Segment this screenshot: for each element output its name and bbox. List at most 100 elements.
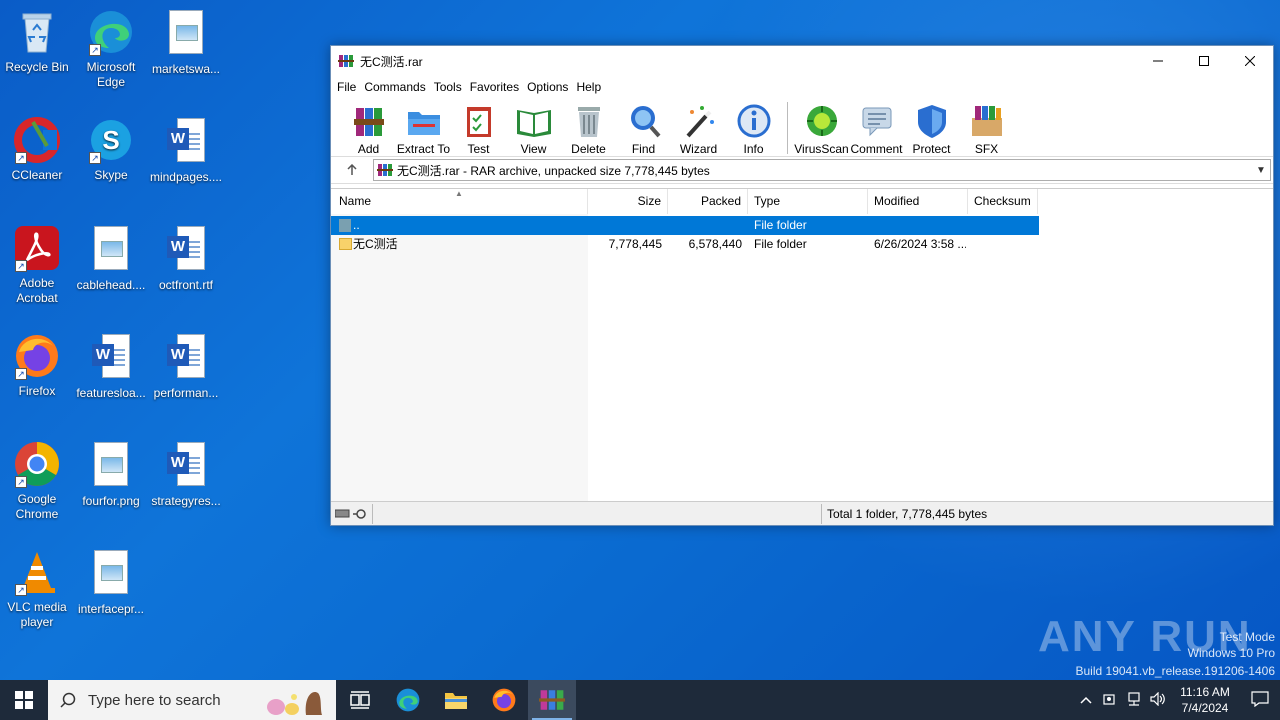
- task-view-button[interactable]: [336, 680, 384, 720]
- column-header-checksum[interactable]: Checksum: [968, 189, 1038, 214]
- network-button[interactable]: [1122, 691, 1146, 709]
- image-file-icon: [87, 550, 135, 598]
- view-book-icon: [516, 110, 551, 137]
- icon-label: marketswa...: [151, 62, 220, 76]
- taskbar: Type here to search 11:16 AM 7/4/2024: [0, 680, 1280, 720]
- icon-label: Recycle Bin: [5, 60, 69, 74]
- column-header-name[interactable]: Name ▲: [331, 189, 588, 214]
- firefox-icon: [492, 688, 516, 712]
- desktop-icon-google-chrome[interactable]: ↗ Google Chrome: [0, 440, 74, 522]
- virusscan-button[interactable]: VirusScan: [794, 102, 849, 156]
- menu-commands[interactable]: Commands: [364, 80, 433, 94]
- menu-favorites[interactable]: Favorites: [470, 80, 527, 94]
- desktop-icon-cablehead[interactable]: cablehead....: [74, 224, 148, 293]
- taskbar-file-explorer[interactable]: [432, 680, 480, 720]
- device-icon[interactable]: [1098, 692, 1122, 709]
- taskbar-search-box[interactable]: Type here to search: [48, 680, 336, 720]
- find-button[interactable]: Find: [616, 102, 671, 156]
- info-button[interactable]: Info: [726, 102, 781, 156]
- close-button[interactable]: [1227, 46, 1273, 76]
- up-one-level-button[interactable]: [331, 157, 373, 183]
- status-divider: [821, 504, 822, 524]
- icon-label: strategyres...: [151, 494, 221, 508]
- column-label: Checksum: [974, 194, 1031, 208]
- taskbar-firefox[interactable]: [480, 680, 528, 720]
- title-bar[interactable]: 无C测活.rar: [331, 46, 1273, 76]
- minimize-button[interactable]: [1135, 46, 1181, 76]
- recycle-bin-icon: [13, 8, 61, 56]
- toolbar-label: Extract To: [396, 142, 451, 156]
- desktop-icon-mindpages[interactable]: W mindpages....: [149, 116, 223, 185]
- desktop-icon-recycle-bin[interactable]: Recycle Bin: [0, 8, 74, 75]
- desktop-icon-microsoft-edge[interactable]: ↗ Microsoft Edge: [74, 8, 148, 90]
- image-file-icon: [162, 10, 210, 58]
- toolbar-label: VirusScan: [794, 142, 849, 156]
- add-button[interactable]: Add: [341, 102, 396, 156]
- menu-help[interactable]: Help: [576, 80, 609, 94]
- notification-center-button[interactable]: [1240, 690, 1280, 710]
- protect-button[interactable]: Protect: [904, 102, 959, 156]
- cell-type: File folder: [754, 218, 807, 232]
- taskbar-edge[interactable]: [384, 680, 432, 720]
- test-button[interactable]: Test: [451, 102, 506, 156]
- sfx-button[interactable]: SFX: [959, 102, 1014, 156]
- column-header-type[interactable]: Type: [748, 189, 868, 214]
- column-header-packed[interactable]: Packed: [668, 189, 748, 214]
- maximize-button[interactable]: [1181, 46, 1227, 76]
- show-hidden-icons-button[interactable]: [1074, 693, 1098, 707]
- column-header-size[interactable]: Size: [588, 189, 668, 214]
- desktop-icon-vlc[interactable]: ↗ VLC media player: [0, 548, 74, 630]
- desktop-icon-marketswa[interactable]: marketswa...: [149, 8, 223, 77]
- toolbar-separator: [787, 102, 788, 154]
- start-button[interactable]: [0, 680, 48, 720]
- chevron-down-icon[interactable]: ▼: [1252, 165, 1270, 176]
- word-document-icon: W: [162, 442, 210, 490]
- desktop-icon-strategyres[interactable]: W strategyres...: [149, 440, 223, 509]
- desktop-icon-ccleaner[interactable]: ↗ CCleaner: [0, 116, 74, 183]
- shortcut-arrow-icon: ↗: [15, 584, 27, 596]
- toolbar-label: Comment: [850, 142, 903, 156]
- desktop-icon-performan[interactable]: W performan...: [149, 332, 223, 401]
- desktop-icon-octfront[interactable]: W octfront.rtf: [149, 224, 223, 293]
- desktop-icon-interfacepr[interactable]: interfacepr...: [74, 548, 148, 617]
- archive-path-combobox[interactable]: 无C测活.rar - RAR archive, unpacked size 7,…: [373, 159, 1271, 181]
- desktop-icon-firefox[interactable]: ↗ Firefox: [0, 332, 74, 399]
- desktop-icon-skype[interactable]: S ↗ Skype: [74, 116, 148, 183]
- view-button[interactable]: View: [506, 102, 561, 156]
- shortcut-arrow-icon: ↗: [15, 476, 27, 488]
- menu-bar: File Commands Tools Favorites Options He…: [331, 76, 1273, 98]
- extract-to-button[interactable]: Extract To: [396, 102, 451, 156]
- menu-file[interactable]: File: [337, 80, 364, 94]
- windows-logo-icon: [15, 691, 33, 709]
- menu-tools[interactable]: Tools: [434, 80, 470, 94]
- delete-button[interactable]: Delete: [561, 102, 616, 156]
- file-list[interactable]: Name ▲ Size Packed Type Modified Checksu…: [331, 188, 1273, 502]
- image-file-icon: [87, 226, 135, 274]
- table-row-parent[interactable]: .. File folder: [331, 216, 1039, 235]
- winrar-window[interactable]: 无C测活.rar File Commands Tools Favorites O…: [330, 45, 1274, 526]
- icon-label: Google Chrome: [15, 492, 59, 521]
- wizard-button[interactable]: Wizard: [671, 102, 726, 156]
- comment-icon: [862, 107, 891, 137]
- desktop-icon-featuresloa[interactable]: W featuresloa...: [74, 332, 148, 401]
- desktop-icon-fourfor[interactable]: fourfor.png: [74, 440, 148, 509]
- winrar-icon: [539, 690, 565, 710]
- clock[interactable]: 11:16 AM 7/4/2024: [1170, 684, 1240, 716]
- speaker-icon: [1150, 691, 1165, 706]
- toolbar: Add Extract To Test View Delete Find Wiz…: [331, 98, 1273, 156]
- icon-label: cablehead....: [76, 278, 146, 292]
- comment-button[interactable]: Comment: [849, 102, 904, 156]
- taskbar-winrar[interactable]: [528, 680, 576, 720]
- volume-button[interactable]: [1146, 691, 1170, 709]
- search-icon: [60, 692, 76, 708]
- acrobat-icon: ↗: [13, 224, 61, 272]
- menu-options[interactable]: Options: [527, 80, 576, 94]
- desktop-icon-adobe-acrobat[interactable]: ↗ Adobe Acrobat: [0, 224, 74, 306]
- column-header-modified[interactable]: Modified: [868, 189, 968, 214]
- task-view-icon: [350, 691, 370, 709]
- icon-label: Adobe Acrobat: [16, 276, 58, 305]
- shortcut-arrow-icon: ↗: [15, 260, 27, 272]
- firefox-icon: ↗: [13, 332, 61, 380]
- image-file-icon: [87, 442, 135, 490]
- table-row-folder[interactable]: 无C测活 7,778,445 6,578,440 File folder 6/2…: [331, 235, 1039, 254]
